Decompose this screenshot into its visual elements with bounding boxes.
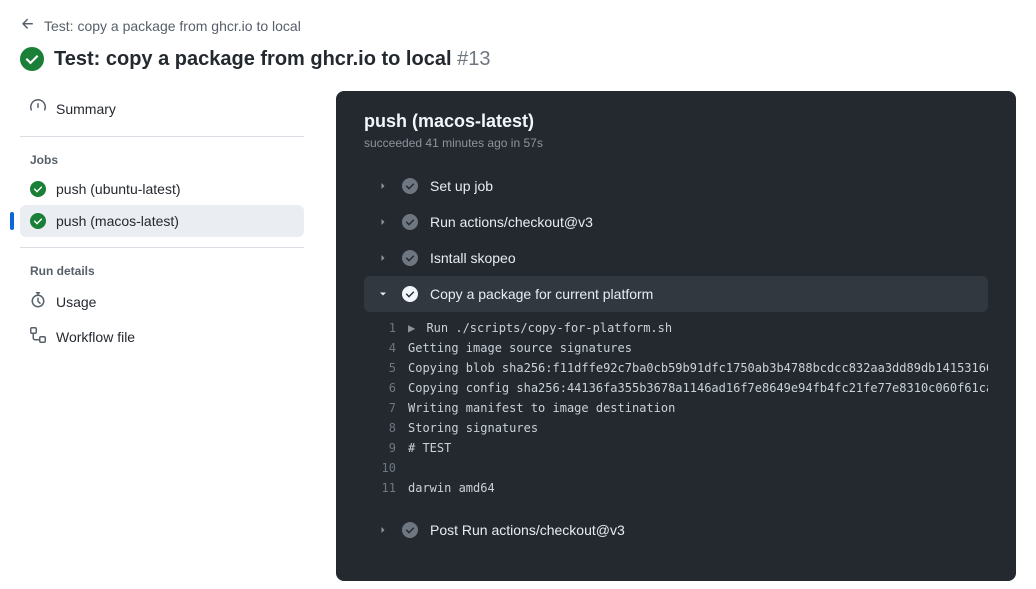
line-number: 5	[364, 358, 408, 378]
step-label: Set up job	[430, 178, 493, 194]
log-line: 8 Storing signatures	[364, 418, 988, 438]
step-row[interactable]: Set up job	[364, 168, 988, 204]
jobs-section-label: Jobs	[20, 147, 304, 173]
job-meta: succeeded 41 minutes ago in 57s	[364, 136, 988, 150]
chevron-right-icon	[376, 180, 390, 192]
breadcrumb-label: Test: copy a package from ghcr.io to loc…	[44, 18, 301, 34]
step-label: Copy a package for current platform	[430, 286, 653, 302]
line-number: 9	[364, 438, 408, 458]
run-number: #13	[457, 48, 490, 70]
workflow-icon	[30, 327, 46, 346]
sidebar: Summary Jobs push (ubuntu-latest) push (…	[20, 91, 304, 581]
check-circle-icon	[402, 178, 418, 194]
log-line: 6 Copying config sha256:44136fa355b3678a…	[364, 378, 988, 398]
steps-list: Set up job Run actions/checkout@v3	[336, 164, 1016, 568]
line-number: 1	[364, 318, 408, 338]
sidebar-item-usage[interactable]: Usage	[20, 284, 304, 319]
chevron-down-icon	[376, 288, 390, 300]
line-number: 8	[364, 418, 408, 438]
step-row[interactable]: Isntall skopeo	[364, 240, 988, 276]
page-title-row: Test: copy a package from ghcr.io to loc…	[20, 47, 1016, 71]
sidebar-item-job-macos[interactable]: push (macos-latest)	[20, 205, 304, 237]
sidebar-item-label: push (ubuntu-latest)	[56, 181, 181, 197]
line-number: 11	[364, 478, 408, 498]
arrow-left-icon	[20, 16, 36, 35]
divider	[20, 136, 304, 137]
job-name: push (macos-latest)	[364, 111, 988, 132]
log-line: 9 # TEST	[364, 438, 988, 458]
meter-icon	[30, 99, 46, 118]
step-label: Isntall skopeo	[430, 250, 516, 266]
chevron-right-icon	[376, 524, 390, 536]
line-number: 10	[364, 458, 408, 478]
sidebar-item-summary[interactable]: Summary	[20, 91, 304, 126]
check-circle-icon	[402, 214, 418, 230]
step-row[interactable]: Post Run actions/checkout@v3	[364, 512, 988, 548]
step-label: Run actions/checkout@v3	[430, 214, 593, 230]
step-row[interactable]: Run actions/checkout@v3	[364, 204, 988, 240]
divider	[20, 247, 304, 248]
sidebar-item-label: Usage	[56, 294, 96, 310]
line-number: 4	[364, 338, 408, 358]
step-label: Post Run actions/checkout@v3	[430, 522, 625, 538]
log-line: 10	[364, 458, 988, 478]
log-line: 11 darwin amd64	[364, 478, 988, 498]
job-header: push (macos-latest) succeeded 41 minutes…	[336, 91, 1016, 164]
log-output: 1 ▶ Run ./scripts/copy-for-platform.sh 4…	[364, 312, 988, 512]
sidebar-item-label: Summary	[56, 101, 116, 117]
run-details-section-label: Run details	[20, 258, 304, 284]
chevron-right-icon	[376, 252, 390, 264]
log-line: 7 Writing manifest to image destination	[364, 398, 988, 418]
line-number: 7	[364, 398, 408, 418]
breadcrumb[interactable]: Test: copy a package from ghcr.io to loc…	[20, 16, 1016, 35]
chevron-right-icon	[376, 216, 390, 228]
stopwatch-icon	[30, 292, 46, 311]
page-title: Test: copy a package from ghcr.io to loc…	[54, 48, 490, 71]
check-circle-icon	[402, 522, 418, 538]
check-circle-icon	[30, 181, 46, 197]
check-circle-icon	[402, 286, 418, 302]
log-line: 4 Getting image source signatures	[364, 338, 988, 358]
log-line: 5 Copying blob sha256:f11dffe92c7ba0cb59…	[364, 358, 988, 378]
sidebar-item-label: Workflow file	[56, 329, 135, 345]
step-row[interactable]: Copy a package for current platform	[364, 276, 988, 312]
line-number: 6	[364, 378, 408, 398]
job-panel: push (macos-latest) succeeded 41 minutes…	[336, 91, 1016, 581]
check-circle-icon	[30, 213, 46, 229]
check-circle-icon	[20, 47, 44, 71]
sidebar-item-job-ubuntu[interactable]: push (ubuntu-latest)	[20, 173, 304, 205]
log-line[interactable]: 1 ▶ Run ./scripts/copy-for-platform.sh	[364, 318, 988, 338]
check-circle-icon	[402, 250, 418, 266]
sidebar-item-workflow-file[interactable]: Workflow file	[20, 319, 304, 354]
sidebar-item-label: push (macos-latest)	[56, 213, 179, 229]
